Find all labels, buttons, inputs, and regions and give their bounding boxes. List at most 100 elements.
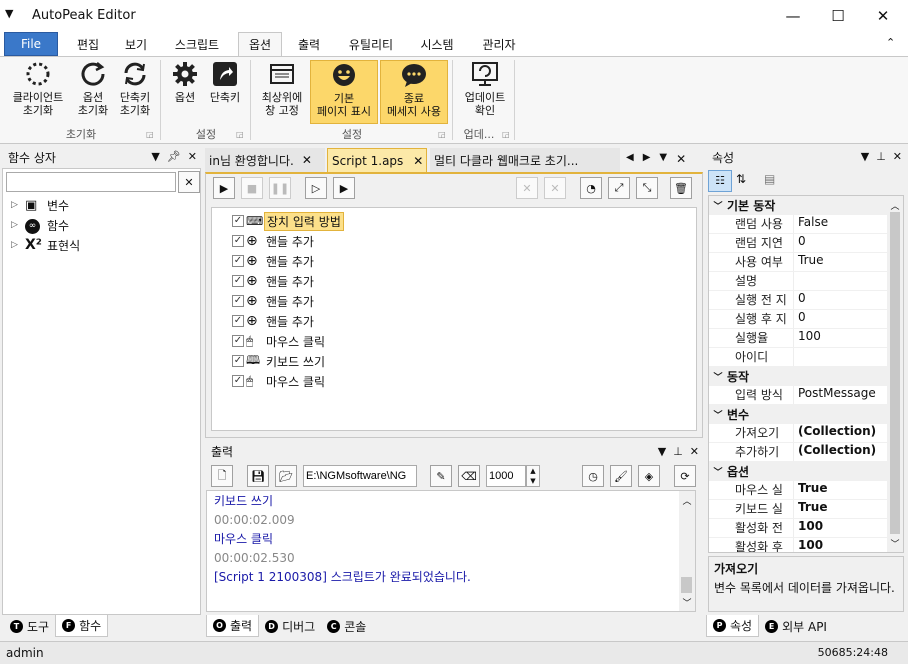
close-button[interactable]: ✕ — [860, 0, 906, 32]
output-path-input[interactable] — [303, 465, 417, 487]
tab-tools[interactable]: T 도구 — [4, 615, 55, 637]
folder-icon[interactable]: 📂︎ — [275, 465, 297, 487]
count-stepper[interactable]: ▲ ▼ — [526, 465, 540, 487]
tab-functions[interactable]: F 함수 — [55, 615, 109, 637]
property-scrollbar[interactable]: ︿ ﹀ — [887, 196, 903, 552]
property-row[interactable]: 사용 여부 True — [709, 253, 889, 272]
group-launcher-icon[interactable]: ◲ — [146, 130, 154, 139]
clear-search-button[interactable]: ✕ — [178, 171, 200, 193]
checkbox[interactable]: ✓ — [232, 275, 244, 287]
property-row[interactable]: 랜덤 사용 False — [709, 215, 889, 234]
category-row[interactable]: ﹀ 변수 — [709, 405, 889, 424]
property-row[interactable]: 실행 전 지 0 — [709, 291, 889, 310]
script-item[interactable]: ✓ ⊕ 핸들 추가 — [232, 251, 344, 271]
tab-debug[interactable]: D 디버그 — [259, 615, 321, 637]
step-button[interactable]: ▷ — [305, 177, 327, 199]
tab-properties[interactable]: P 속성 — [706, 615, 760, 637]
category-row[interactable]: ﹀ 동작 — [709, 367, 889, 386]
reset-options-button[interactable]: 옵션 초기화 — [72, 60, 114, 124]
tab-options[interactable]: 옵션 — [238, 32, 282, 56]
property-row[interactable]: 아이디 — [709, 348, 889, 367]
property-value[interactable]: True — [793, 481, 827, 499]
tree-item-functions[interactable]: ▷ ∞ 함수 — [11, 215, 191, 235]
property-value[interactable]: 0 — [793, 310, 806, 328]
property-value[interactable]: False — [793, 215, 828, 233]
new-log-icon[interactable]: 🗋︎ — [211, 465, 233, 487]
broom-icon[interactable]: ✎ — [430, 465, 452, 487]
property-row[interactable]: 마우스 실 True — [709, 481, 889, 500]
property-value[interactable]: (Collection) — [793, 424, 876, 442]
dropdown-icon[interactable]: ▼ — [861, 150, 869, 163]
property-row[interactable]: 추가하기 (Collection) — [709, 443, 889, 462]
close-icon[interactable]: ✕ — [413, 154, 423, 168]
run-to-button[interactable]: ▶ — [333, 177, 355, 199]
minimize-button[interactable]: — — [770, 0, 816, 32]
close-icon[interactable]: ✕ — [302, 153, 312, 167]
pause-button[interactable]: ❚❚ — [269, 177, 291, 199]
checkbox[interactable]: ✓ — [232, 375, 244, 387]
checkbox[interactable]: ✓ — [232, 315, 244, 327]
tab-admin[interactable]: 관리자 — [472, 32, 526, 56]
system-menu-icon[interactable]: ▼ — [5, 7, 13, 20]
script-item[interactable]: ✓ ⌨︎ 장치 입력 방법 — [232, 211, 344, 231]
delete-icon[interactable]: 🗑︎ — [670, 177, 692, 199]
property-row[interactable]: 설명 — [709, 272, 889, 291]
script-item[interactable]: ✓ ⊕ 핸들 추가 — [232, 271, 344, 291]
property-value[interactable]: True — [793, 500, 827, 518]
line-count-input[interactable] — [486, 465, 526, 487]
stop-button[interactable]: ■ — [241, 177, 263, 199]
brush-icon[interactable]: 🖌︎ — [610, 465, 632, 487]
tab-file[interactable]: File — [4, 32, 58, 56]
checkbox[interactable]: ✓ — [232, 215, 244, 227]
clock-icon[interactable]: ◔ — [580, 177, 602, 199]
refresh-icon[interactable]: ⟳ — [674, 465, 696, 487]
property-row[interactable]: 실행 후 지 0 — [709, 310, 889, 329]
property-row[interactable]: 가져오기 (Collection) — [709, 424, 889, 443]
paint-bucket-icon[interactable]: ◈ — [638, 465, 660, 487]
group-launcher-icon[interactable]: ◲ — [438, 130, 446, 139]
property-row[interactable]: 실행율 100 — [709, 329, 889, 348]
clock-icon[interactable]: ◷ — [582, 465, 604, 487]
doc-tab-welcome[interactable]: in님 환영합니다. ✕ — [205, 148, 325, 172]
category-row[interactable]: ﹀ 기본 동작 — [709, 196, 889, 215]
scroll-up-icon[interactable]: ︿ — [887, 199, 903, 212]
options-button[interactable]: 옵션 — [166, 60, 204, 124]
dropdown-icon[interactable]: ▼ — [151, 150, 159, 163]
scroll-left-icon[interactable]: ◀ — [626, 152, 634, 166]
tab-external-api[interactable]: E 외부 API — [759, 615, 833, 637]
property-row[interactable]: 활성화 전 100 — [709, 519, 889, 538]
reset-client-button[interactable]: 클라이언트 초기화 — [6, 60, 70, 124]
pin-icon[interactable]: ⊥ — [876, 150, 886, 163]
disabled-x-button[interactable]: ✕ — [516, 177, 538, 199]
pin-icon[interactable]: 📌︎ — [167, 150, 181, 163]
doc-tab-script1[interactable]: Script 1.aps ✕ — [327, 148, 427, 172]
tab-output[interactable]: 출력 — [288, 32, 330, 56]
show-default-page-button[interactable]: 기본 페이지 표시 — [310, 60, 378, 124]
collapse-icon[interactable]: ⤡ — [636, 177, 658, 199]
checkbox[interactable]: ✓ — [232, 335, 244, 347]
script-item[interactable]: ✓ 🕮︎ 키보드 쓰기 — [232, 351, 344, 371]
categorized-view-icon[interactable]: ☷ — [708, 170, 732, 192]
property-row[interactable]: 입력 방식 PostMessage — [709, 386, 889, 405]
script-item[interactable]: ✓ 🖱︎ 마우스 클릭 — [232, 371, 344, 391]
scroll-down-icon[interactable]: ﹀ — [887, 537, 903, 550]
property-value[interactable] — [793, 272, 798, 290]
group-launcher-icon[interactable]: ◲ — [502, 130, 510, 139]
tab-utility[interactable]: 유틸리티 — [338, 32, 404, 56]
tab-system[interactable]: 시스템 — [410, 32, 464, 56]
scroll-down-icon[interactable]: ﹀ — [679, 596, 695, 609]
close-icon[interactable]: ✕ — [690, 445, 699, 458]
tab-list-icon[interactable]: ▼ — [659, 152, 667, 166]
shortcut-button[interactable]: 단축키 — [204, 60, 246, 124]
property-value[interactable] — [793, 348, 798, 366]
checkbox[interactable]: ✓ — [232, 355, 244, 367]
tab-script[interactable]: 스크립트 — [164, 32, 230, 56]
property-value[interactable]: 100 — [793, 538, 823, 552]
property-value[interactable]: True — [793, 253, 824, 271]
collapse-ribbon-icon[interactable]: ⌃ — [886, 36, 895, 49]
doc-tab-multi[interactable]: 멀티 다클라 웹매크로 초기... — [430, 148, 620, 172]
close-icon[interactable]: ✕ — [188, 150, 197, 163]
script-item[interactable]: ✓ ⊕ 핸들 추가 — [232, 231, 344, 251]
play-button[interactable]: ▶ — [213, 177, 235, 199]
tree-item-expressions[interactable]: ▷ X² 표현식 — [11, 235, 191, 255]
